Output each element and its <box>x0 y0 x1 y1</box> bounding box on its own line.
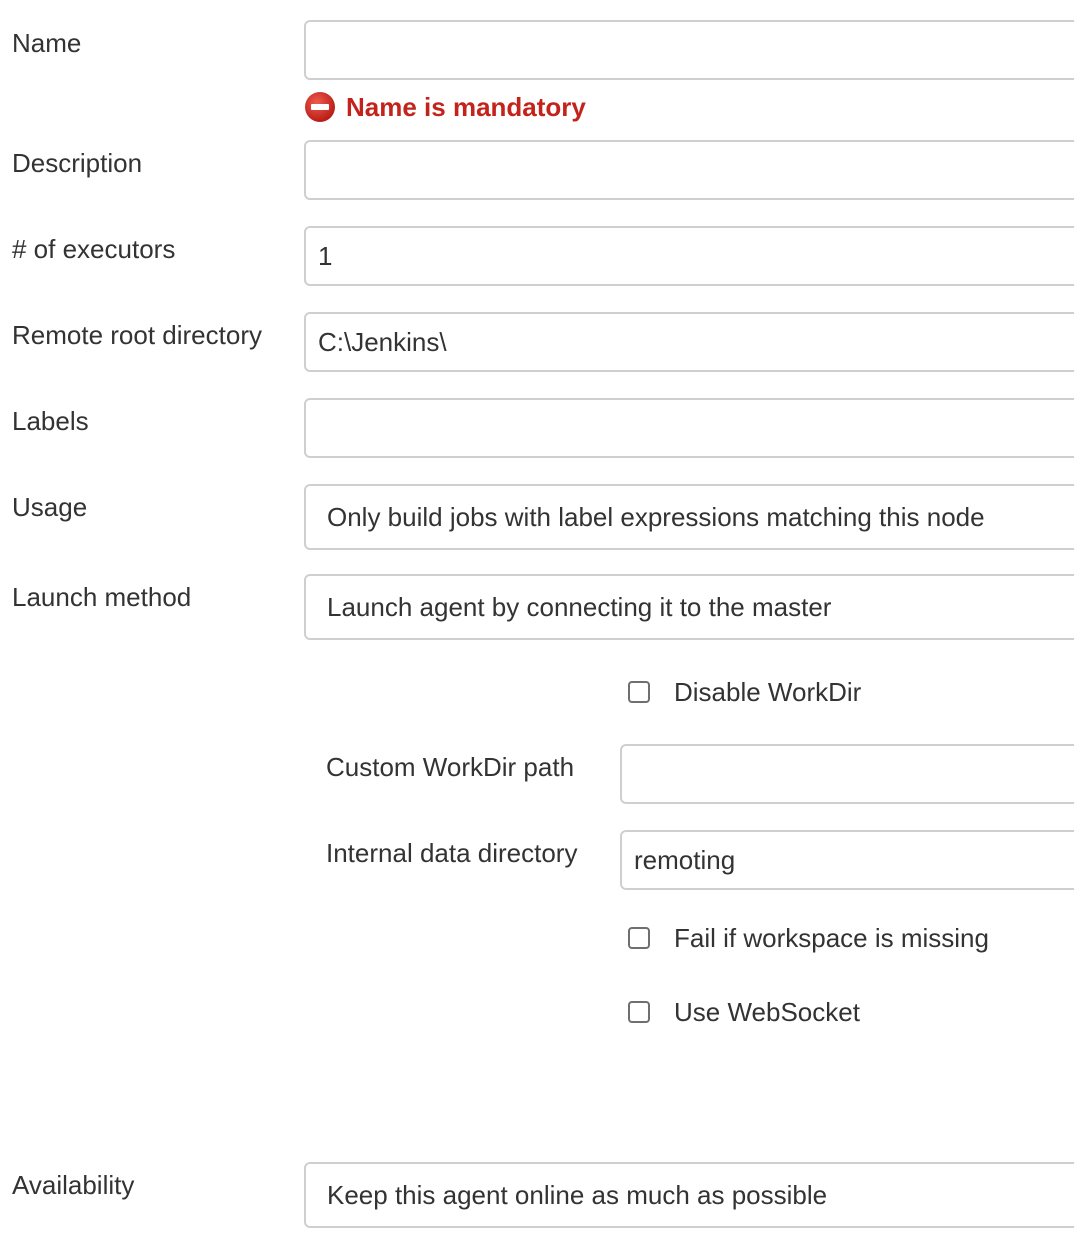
usage-select[interactable]: Only build jobs with label expressions m… <box>304 484 1074 550</box>
fail-if-missing-checkbox[interactable] <box>628 927 650 949</box>
usage-selected-value: Only build jobs with label expressions m… <box>327 502 985 532</box>
name-error: Name is mandatory <box>304 90 586 124</box>
use-websocket-label[interactable]: Use WebSocket <box>674 997 860 1028</box>
labels-input[interactable] <box>304 398 1074 458</box>
internal-data-dir-label: Internal data directory <box>326 838 578 868</box>
use-websocket-row: Use WebSocket <box>628 996 860 1028</box>
error-minus-circle-icon <box>305 92 335 122</box>
usage-label: Usage <box>12 492 88 522</box>
description-label: Description <box>12 148 143 178</box>
fail-if-missing-row: Fail if workspace is missing <box>628 922 989 954</box>
launch-method-select[interactable]: Launch agent by connecting it to the mas… <box>304 574 1074 640</box>
description-input[interactable] <box>304 140 1074 200</box>
name-label: Name <box>12 28 82 58</box>
executors-input[interactable] <box>304 226 1074 286</box>
executors-label: # of executors <box>12 234 176 264</box>
fail-if-missing-label[interactable]: Fail if workspace is missing <box>674 923 989 954</box>
name-input[interactable] <box>304 20 1074 80</box>
availability-select[interactable]: Keep this agent online as much as possib… <box>304 1162 1074 1228</box>
disable-workdir-label[interactable]: Disable WorkDir <box>674 677 861 708</box>
use-websocket-checkbox[interactable] <box>628 1001 650 1023</box>
internal-data-dir-input[interactable] <box>620 830 1074 890</box>
remote-root-input[interactable] <box>304 312 1074 372</box>
availability-selected-value: Keep this agent online as much as possib… <box>327 1180 828 1210</box>
disable-workdir-row: Disable WorkDir <box>628 676 861 708</box>
remote-root-label: Remote root directory <box>12 320 262 350</box>
launch-method-selected-value: Launch agent by connecting it to the mas… <box>327 592 832 622</box>
disable-workdir-checkbox[interactable] <box>628 681 650 703</box>
name-error-text: Name is mandatory <box>346 91 586 122</box>
custom-workdir-input[interactable] <box>620 744 1074 804</box>
labels-label: Labels <box>12 406 89 436</box>
custom-workdir-label: Custom WorkDir path <box>326 752 575 782</box>
availability-label: Availability <box>12 1170 135 1200</box>
launch-method-label: Launch method <box>12 582 192 612</box>
